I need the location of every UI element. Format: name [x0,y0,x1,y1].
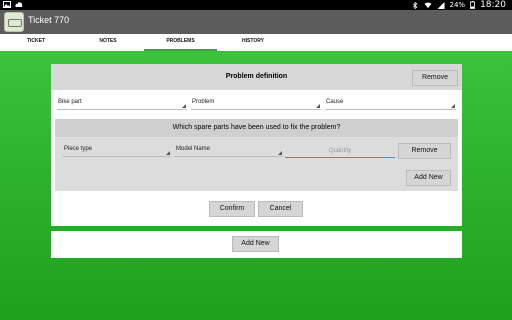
dropdown-arrow-icon [451,104,455,108]
model-name-spinner[interactable]: Model Name [175,145,283,157]
add-problem-button[interactable]: Add New [232,236,279,252]
action-bar: Ticket 770 [0,10,512,34]
page-title: Ticket 770 [28,15,70,25]
piece-type-spinner[interactable]: Piece type [63,145,171,157]
dropdown-arrow-icon [278,151,282,155]
dropdown-arrow-icon [166,151,170,155]
bluetooth-icon [412,1,417,9]
problem-card: Problem definition Remove Bike part Prob… [51,64,462,226]
tab-ticket[interactable]: TICKET [0,34,72,51]
tab-bar: TICKET NOTES PROBLEMS HISTORY [0,34,512,51]
add-problem-card: Add New [51,231,462,258]
cause-label: Cause [326,99,344,105]
cancel-button[interactable]: Cancel [258,201,303,217]
remove-spare-part-button[interactable]: Remove [398,143,451,159]
spare-parts-section: Which spare parts have been used to fix … [55,119,458,191]
quantity-input[interactable]: Quantity [285,145,395,158]
problem-header: Problem definition Remove [51,64,462,90]
dropdown-arrow-icon [182,104,186,108]
cause-spinner[interactable]: Cause [325,98,456,110]
battery-icon [470,1,475,9]
bike-part-spinner[interactable]: Bike part [57,98,187,110]
tab-notes[interactable]: NOTES [72,34,144,51]
wifi-icon [424,1,431,8]
tab-history[interactable]: HISTORY [217,34,289,51]
remove-problem-button[interactable]: Remove [412,70,458,86]
model-name-label: Model Name [176,146,211,152]
problem-spinner[interactable]: Problem [191,98,321,110]
image-icon [3,1,11,8]
tab-problems[interactable]: PROBLEMS [144,34,217,51]
clock: 18:20 [480,0,506,10]
battery-level: 24% [449,1,466,9]
signal-icon [437,1,444,9]
status-bar: 24% 18:20 [0,0,512,10]
piece-type-label: Piece type [64,146,93,152]
bike-part-label: Bike part [58,99,82,105]
add-spare-part-button[interactable]: Add New [406,170,451,186]
dropdown-arrow-icon [316,104,320,108]
bike-ticket-icon[interactable] [4,12,24,32]
spare-parts-question: Which spare parts have been used to fix … [172,124,341,131]
confirm-button[interactable]: Confirm [209,201,255,217]
problem-label: Problem [192,99,215,105]
cloud-upload-icon [15,2,23,7]
problem-title: Problem definition [225,73,288,80]
spare-parts-header: Which spare parts have been used to fix … [55,119,458,137]
